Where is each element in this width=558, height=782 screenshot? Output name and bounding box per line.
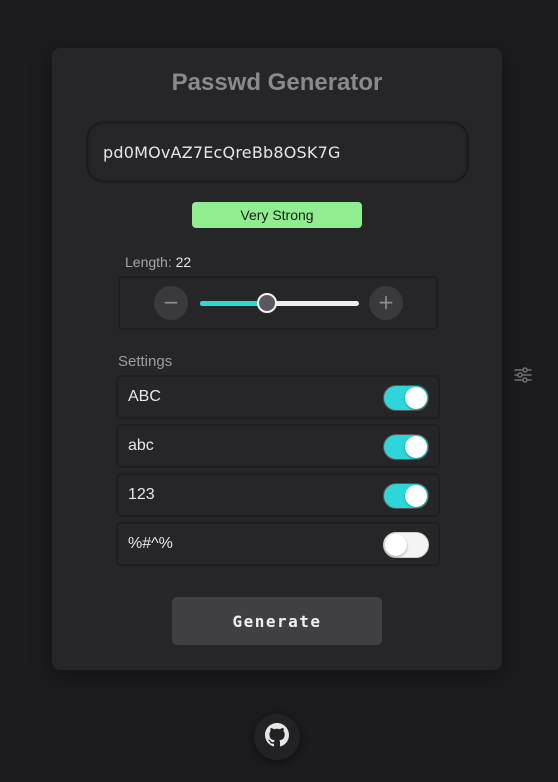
setting-row-numbers: 123: [116, 473, 440, 517]
settings-label: Settings: [118, 353, 173, 370]
increment-button[interactable]: +: [369, 286, 403, 320]
length-slider[interactable]: [200, 293, 359, 313]
uppercase-toggle[interactable]: [383, 385, 429, 411]
generator-card: Passwd Generator pd0MOvAZ7EcQreBb8OSK7G …: [52, 48, 502, 670]
setting-label: abc: [128, 437, 154, 454]
setting-row-lowercase: abc: [116, 424, 440, 468]
github-link[interactable]: [254, 714, 300, 760]
slider-thumb[interactable]: [256, 293, 277, 313]
plus-icon: +: [377, 290, 395, 314]
symbols-toggle[interactable]: [383, 532, 429, 558]
github-icon: [265, 722, 289, 752]
length-label: Length: 22: [125, 254, 191, 270]
app-title: Passwd Generator: [171, 69, 383, 96]
setting-label: %#^%: [128, 535, 173, 552]
toggle-knob: [405, 387, 427, 409]
lowercase-toggle[interactable]: [383, 434, 429, 460]
length-label-text: Length:: [125, 254, 172, 270]
length-value: 22: [175, 254, 192, 270]
setting-label: ABC: [128, 388, 161, 405]
minus-icon: −: [162, 290, 180, 314]
sliders-icon[interactable]: [514, 366, 532, 384]
setting-label: 123: [128, 486, 155, 503]
toggle-knob: [405, 485, 427, 507]
strength-badge: Very Strong: [192, 202, 362, 228]
decrement-button[interactable]: −: [154, 286, 188, 320]
length-control: − +: [118, 276, 438, 330]
password-text: pd0MOvAZ7EcQreBb8OSK7G: [103, 143, 341, 162]
setting-row-uppercase: ABC: [116, 375, 440, 419]
toggle-knob: [385, 534, 407, 556]
toggle-knob: [405, 436, 427, 458]
generate-button[interactable]: Generate: [172, 597, 382, 645]
password-output[interactable]: pd0MOvAZ7EcQreBb8OSK7G: [86, 121, 469, 183]
numbers-toggle[interactable]: [383, 483, 429, 509]
setting-row-symbols: %#^%: [116, 522, 440, 566]
